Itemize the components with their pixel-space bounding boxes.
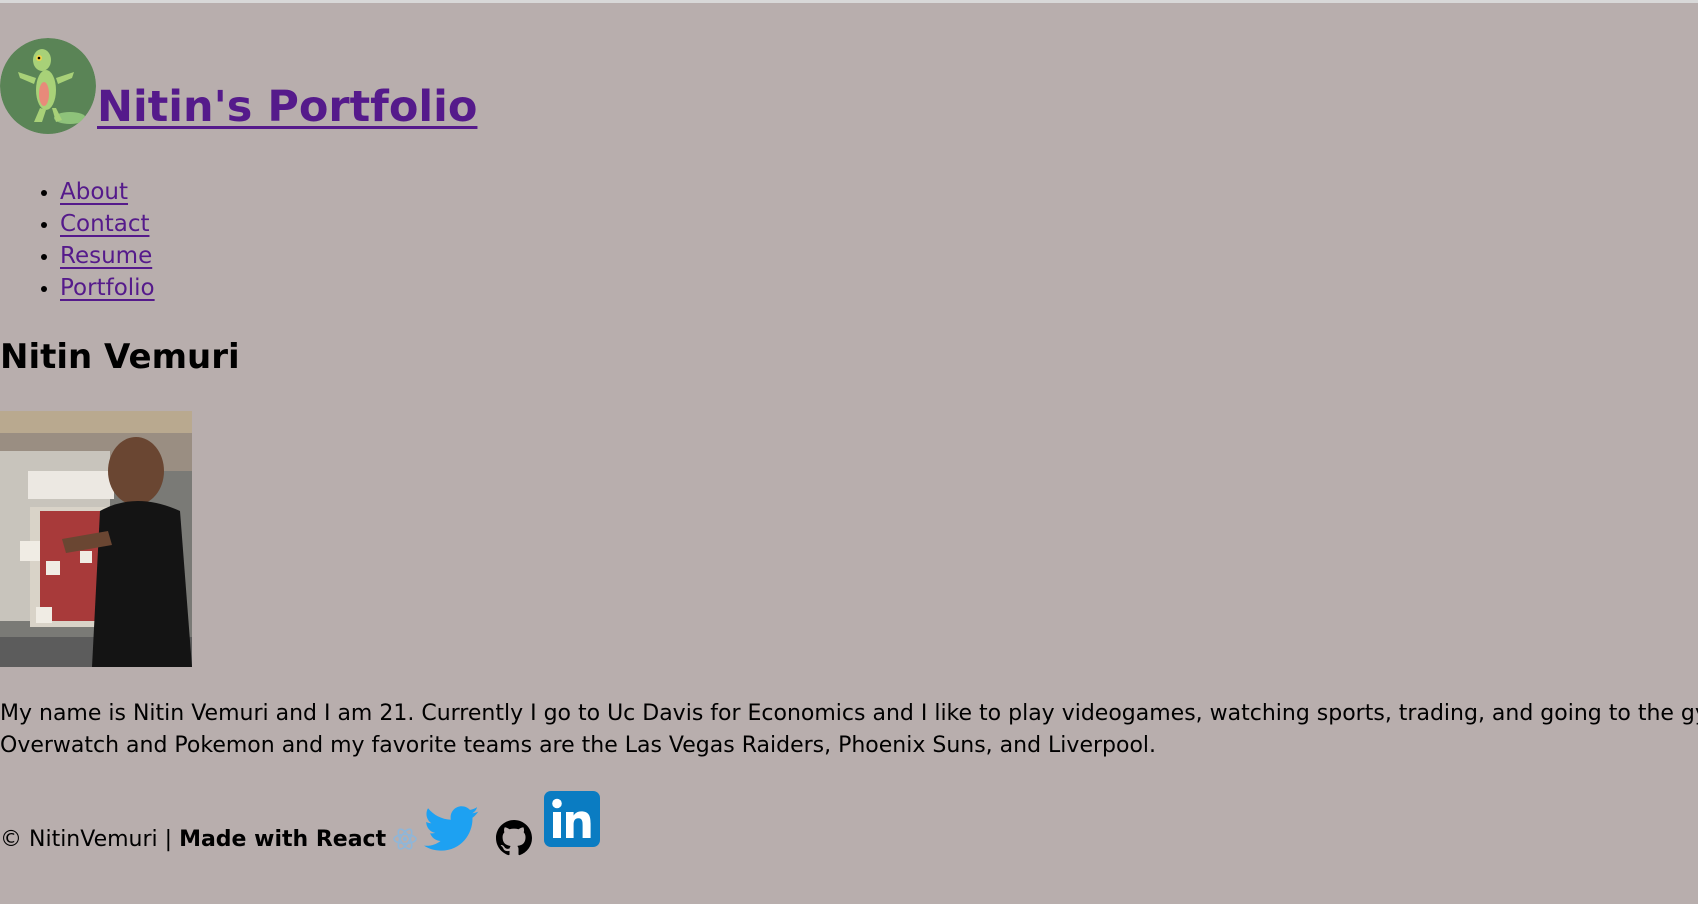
main-nav: About Contact Resume Portfolio [0, 176, 155, 304]
profile-photo [0, 411, 192, 667]
nav-link-about[interactable]: About [60, 179, 128, 205]
top-border [0, 0, 1698, 3]
nav-item-resume: Resume [60, 240, 155, 272]
footer-text: © NitinVemuri | Made with React [0, 826, 386, 854]
frog-logo-icon[interactable] [0, 38, 96, 134]
about-heading: Nitin Vemuri [0, 337, 240, 377]
react-icon [393, 828, 417, 850]
bio-paragraph: My name is Nitin Vemuri and I am 21. Cur… [0, 698, 1698, 762]
site-header: Nitin's Portfolio [0, 34, 477, 134]
nav-item-about: About [60, 176, 155, 208]
made-with-text: Made with React [179, 827, 387, 852]
nav-link-contact[interactable]: Contact [60, 211, 149, 237]
copyright-text: © NitinVemuri | [0, 827, 180, 852]
twitter-icon[interactable] [424, 806, 480, 852]
linkedin-icon[interactable] [544, 791, 601, 847]
bio-line-1: My name is Nitin Vemuri and I am 21. Cur… [0, 701, 1698, 726]
site-footer: © NitinVemuri | Made with React [0, 790, 601, 860]
bio-line-2: Overwatch and Pokemon and my favorite te… [0, 733, 1157, 758]
nav-item-portfolio: Portfolio [60, 272, 155, 304]
github-icon[interactable] [496, 820, 533, 856]
nav-link-portfolio[interactable]: Portfolio [60, 275, 155, 301]
nav-link-resume[interactable]: Resume [60, 243, 152, 269]
site-title-link[interactable]: Nitin's Portfolio [97, 86, 477, 129]
nav-item-contact: Contact [60, 208, 155, 240]
